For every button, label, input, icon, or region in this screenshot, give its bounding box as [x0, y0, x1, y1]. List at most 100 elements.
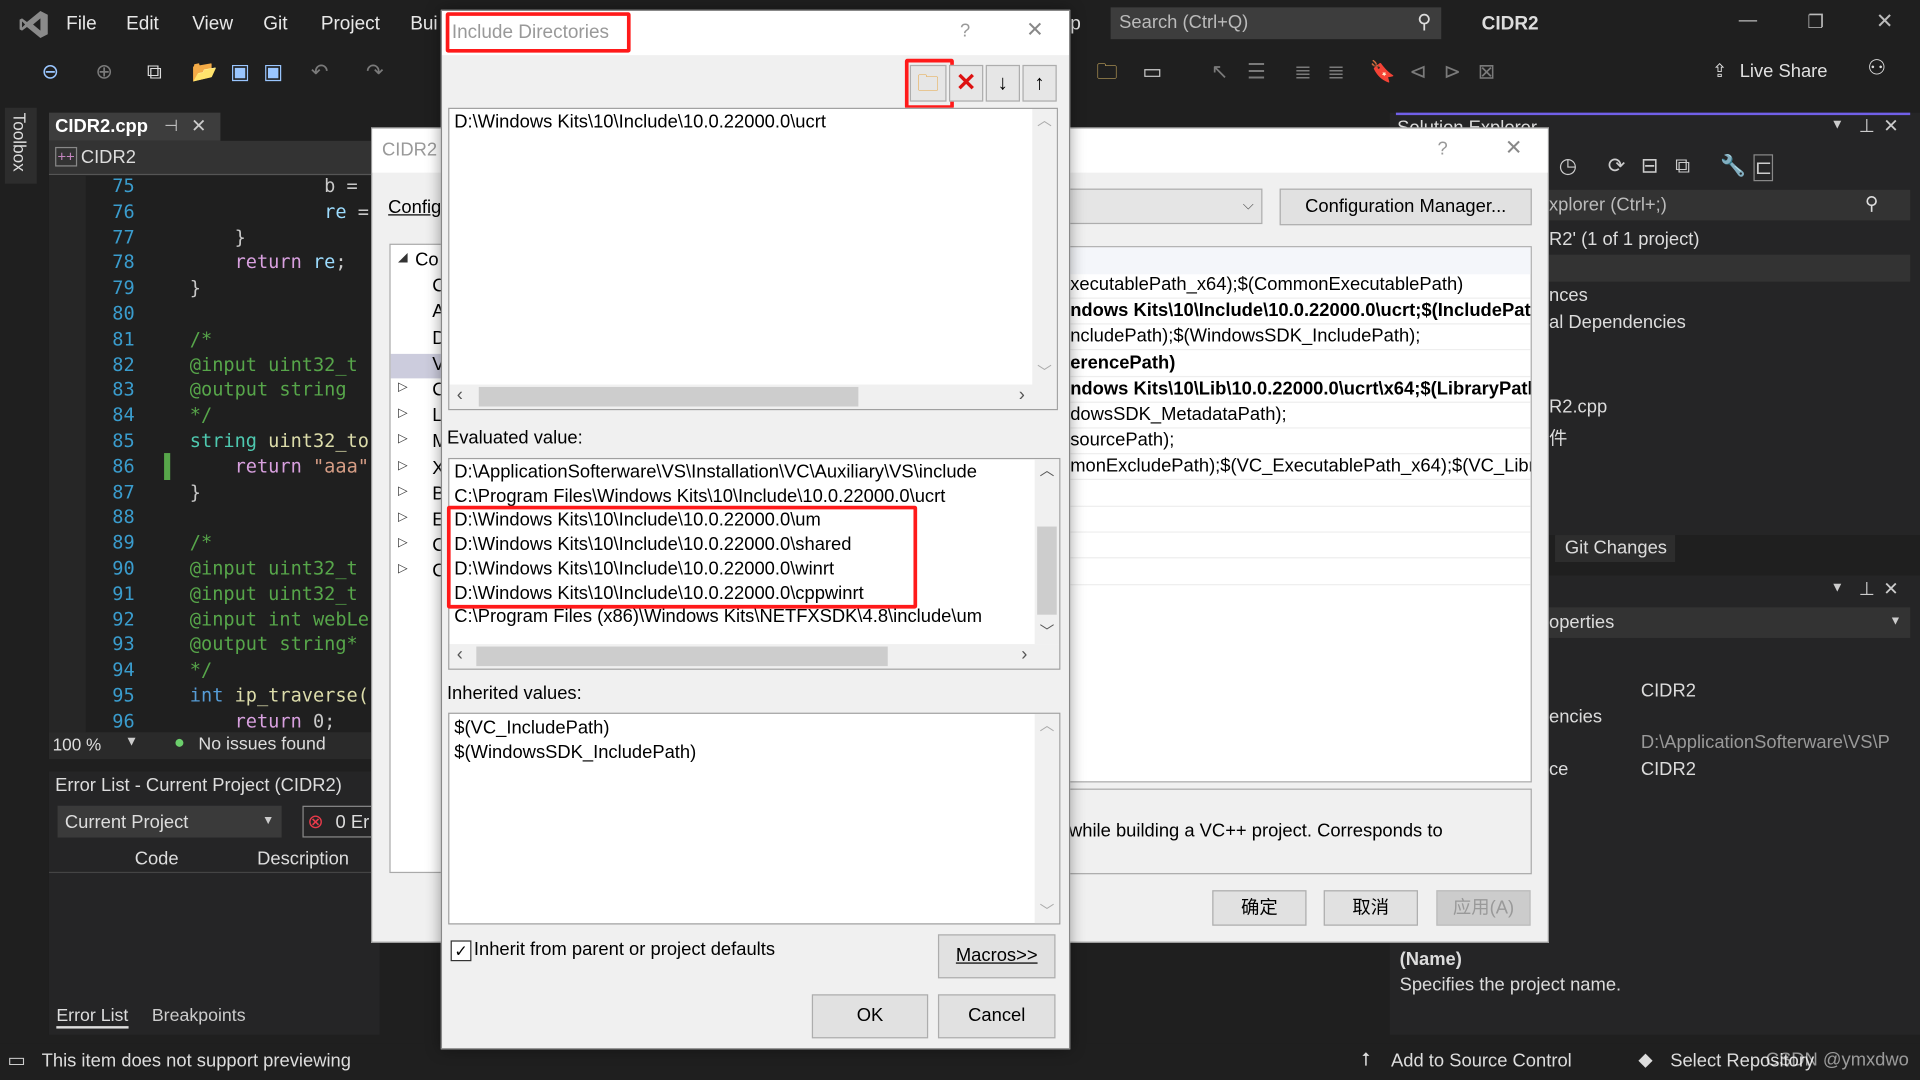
refresh-icon[interactable]: ⟳ — [1608, 154, 1625, 178]
tree-item[interactable]: ▷ B — [391, 483, 446, 507]
directory-entry[interactable]: D:\Windows Kits\10\Include\10.0.22000.0\… — [454, 111, 826, 132]
code-line[interactable]: 96 return 0; — [49, 709, 380, 735]
undo-icon[interactable]: ↶ — [306, 59, 333, 86]
code-line[interactable]: 87} — [49, 480, 380, 506]
ok-cn-button[interactable]: 确定 — [1212, 890, 1307, 926]
tree-item[interactable]: ▷ C — [391, 535, 446, 559]
vertical-scrollbar[interactable]: ︿ ﹀ — [1034, 713, 1060, 924]
next-bookmark-icon[interactable]: ⊳ — [1439, 59, 1466, 86]
expand-arrow-icon[interactable]: ▷ — [398, 537, 407, 550]
code-line[interactable]: 76 re = a; — [49, 199, 380, 225]
tree-item[interactable]: A — [391, 302, 446, 326]
account-icon[interactable]: ⚇ — [1867, 56, 1886, 80]
horizontal-scrollbar[interactable]: ‹ › — [449, 384, 1057, 409]
code-line[interactable]: 85 string uint32_to — [49, 429, 380, 455]
tree-item[interactable]: C — [391, 276, 446, 300]
window-icon[interactable]: ▭ — [1139, 59, 1166, 86]
pin-icon[interactable]: ⊣ — [164, 116, 178, 136]
platform-dropdown[interactable]: ⌵ — [1057, 188, 1263, 225]
add-to-source-control-button[interactable]: Add to Source Control — [1391, 1051, 1572, 1072]
tree-item[interactable]: ▷ L — [391, 406, 446, 430]
prev-bookmark-icon[interactable]: ⊲ — [1404, 59, 1431, 86]
menu-project[interactable]: Project — [321, 13, 380, 35]
pointer-icon[interactable]: ↖ — [1206, 59, 1233, 86]
expand-arrow-icon[interactable]: ▷ — [398, 485, 407, 498]
inherit-checkbox-label[interactable]: Inherit from parent or project defaults — [474, 939, 775, 960]
tree-item-cidr2-cpp[interactable]: R2.cpp — [1549, 397, 1607, 418]
column-description[interactable]: Description — [257, 849, 349, 870]
delete-button[interactable]: ✕ — [948, 64, 984, 102]
move-down-button[interactable]: ↓ — [985, 64, 1021, 102]
save-all-icon[interactable]: ▣ — [260, 59, 287, 86]
expand-arrow-icon[interactable]: ▷ — [398, 511, 407, 524]
bookmark-icon[interactable]: 🔖 — [1369, 59, 1396, 86]
close-icon[interactable]: ✕ — [1505, 136, 1522, 160]
code-line[interactable]: 92 @input int webLe — [49, 607, 380, 633]
tree-item[interactable]: ◢ Co — [391, 250, 446, 274]
close-tab-icon[interactable]: ✕ — [191, 115, 206, 137]
tree-item[interactable]: ▷ C — [391, 380, 446, 404]
chevron-down-icon[interactable]: ▼ — [1831, 580, 1844, 595]
menu-build[interactable]: Bui — [410, 13, 437, 35]
code-line[interactable]: 93 @output string* — [49, 632, 380, 658]
clear-bookmarks-icon[interactable]: ⊠ — [1473, 59, 1500, 86]
vertical-scrollbar[interactable]: ︿ ﹀ — [1032, 108, 1057, 385]
code-line[interactable]: 81 /* — [49, 327, 380, 353]
collapse-icon[interactable]: ⊟ — [1641, 154, 1658, 178]
close-panel-icon[interactable]: ✕ — [1883, 578, 1898, 600]
pin-icon[interactable]: ⊥ — [1859, 115, 1875, 137]
tree-item[interactable]: V — [390, 353, 446, 379]
property-row[interactable]: ncludePath);$(WindowsSDK_IncludePath); — [1070, 324, 1531, 351]
code-line[interactable]: 90 @input uint32_t — [49, 556, 380, 582]
horizontal-scrollbar[interactable]: ‹ › — [449, 644, 1060, 669]
property-row[interactable]: erencePath) — [1070, 350, 1531, 377]
menu-git[interactable]: Git — [263, 13, 287, 35]
expand-arrow-icon[interactable]: ◢ — [398, 251, 407, 264]
zoom-level[interactable]: 100 % — [53, 735, 102, 755]
help-button[interactable]: ? — [960, 21, 970, 42]
list-icon[interactable]: ☰ — [1243, 59, 1270, 86]
find-in-files-icon[interactable]: 🗀 — [1093, 59, 1120, 86]
copy-icon[interactable]: ⧉ — [1675, 154, 1690, 178]
code-line[interactable]: 91 @input uint32_t — [49, 581, 380, 607]
code-line[interactable]: 95 int ip_traverse( — [49, 683, 380, 709]
chevron-down-icon[interactable]: ▼ — [1831, 118, 1844, 133]
menu-help[interactable]: p — [1070, 13, 1081, 35]
inherit-checkbox[interactable]: ✓ — [450, 940, 472, 962]
tree-item[interactable]: ▷ M — [391, 431, 446, 455]
chevron-down-icon[interactable]: ▼ — [125, 735, 138, 750]
forward-icon[interactable]: ⊕ — [91, 59, 118, 86]
property-row[interactable]: ndows Kits\10\Include\10.0.22000.0\ucrt;… — [1070, 298, 1531, 325]
save-icon[interactable]: ▣ — [227, 59, 254, 86]
tree-item-external-dependencies[interactable]: al Dependencies — [1549, 312, 1686, 333]
open-folder-icon[interactable]: 📂 — [191, 59, 218, 86]
tab-cidr2-cpp[interactable]: CIDR2.cpp ⊣ ✕ — [48, 112, 221, 141]
restore-button[interactable]: ❐ — [1807, 11, 1823, 33]
code-line[interactable]: 78 return re; — [49, 250, 380, 276]
back-icon[interactable]: ⊖ — [37, 59, 64, 86]
close-panel-icon[interactable]: ✕ — [1883, 115, 1898, 137]
code-line[interactable]: 94 */ — [49, 658, 380, 684]
search-box[interactable]: Search (Ctrl+Q) ⚲ — [1110, 7, 1442, 40]
code-line[interactable]: 75 b = (tmp — [49, 174, 379, 200]
history-icon[interactable]: ◷ — [1559, 154, 1577, 178]
menu-view[interactable]: View — [192, 13, 233, 35]
property-row[interactable] — [1070, 558, 1531, 585]
property-row[interactable]: ndows Kits\10\Lib\10.0.22000.0\ucrt\x64;… — [1070, 376, 1531, 403]
expand-arrow-icon[interactable]: ▷ — [398, 459, 407, 472]
tab-error-list[interactable]: Error List — [56, 1007, 129, 1029]
outdent-icon[interactable]: ≣ — [1322, 59, 1349, 86]
expand-arrow-icon[interactable]: ▷ — [398, 563, 407, 576]
property-path-value[interactable]: D:\ApplicationSofterware\VS\P — [1641, 732, 1890, 753]
code-line[interactable]: 79} — [49, 276, 380, 302]
property-namespace-value[interactable]: CIDR2 — [1641, 759, 1696, 780]
include-directories-list[interactable]: D:\Windows Kits\10\Include\10.0.22000.0\… — [448, 107, 1058, 411]
help-icon[interactable]: ? — [1438, 138, 1448, 159]
close-icon[interactable]: ✕ — [1026, 18, 1043, 42]
live-share-button[interactable]: ⇪ Live Share — [1712, 60, 1828, 82]
tree-item[interactable]: ▷ C — [391, 561, 446, 585]
inherited-values-list[interactable]: $(VC_IncludePath) $(WindowsSDK_IncludePa… — [448, 712, 1061, 925]
move-up-button[interactable]: ↑ — [1022, 64, 1057, 102]
preview-icon[interactable]: ⊏ — [1753, 154, 1774, 182]
tree-item-references[interactable]: nces — [1549, 285, 1588, 306]
